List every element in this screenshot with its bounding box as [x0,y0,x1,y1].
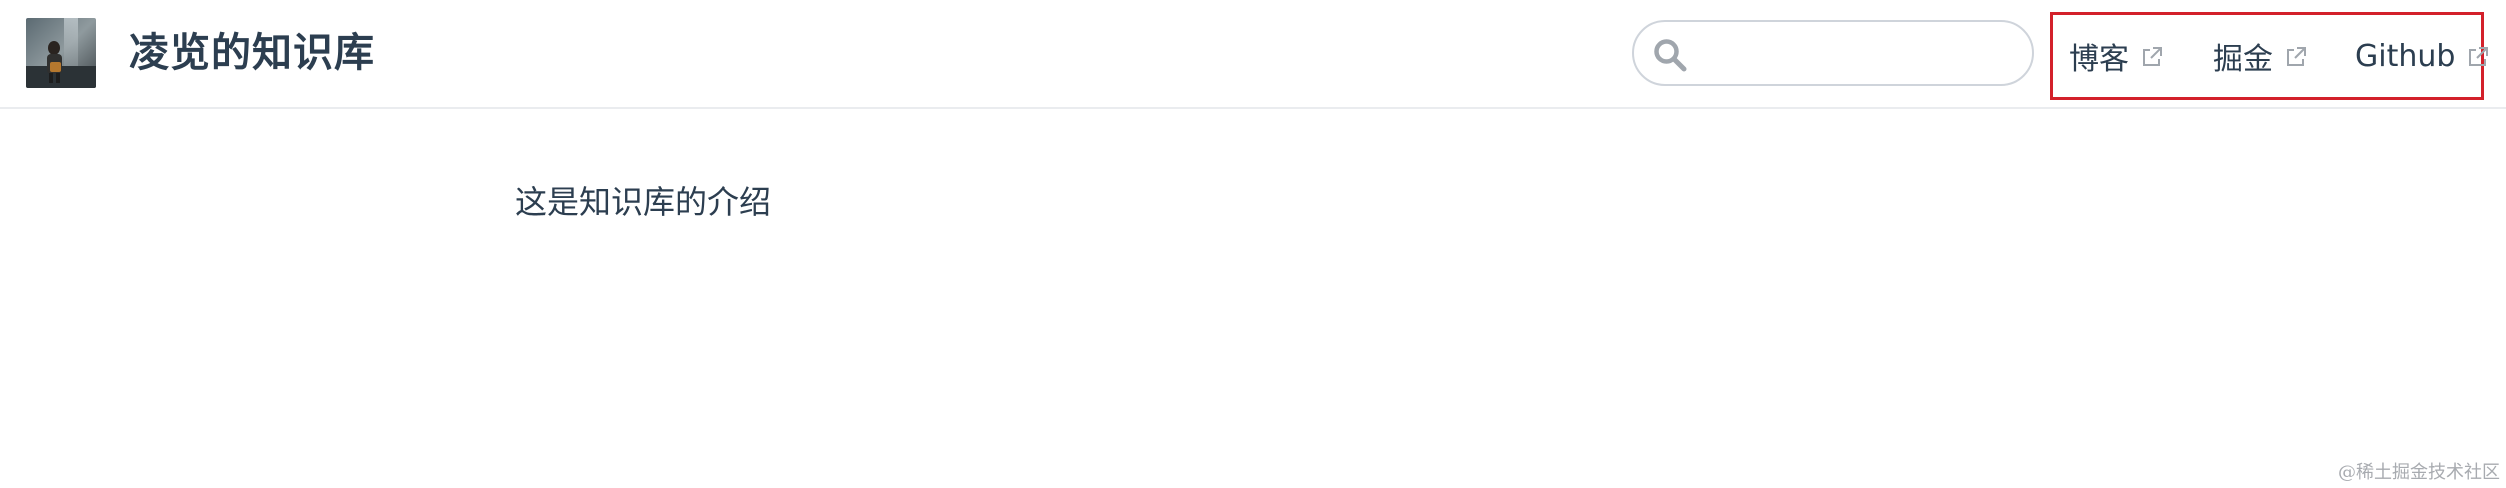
nav-links: 博客 掘金 Github [2050,12,2489,100]
search-input[interactable] [1700,32,2014,76]
watermark: @稀土掘金技术社区 [2338,462,2500,483]
site-title[interactable]: 凌览的知识库 [129,27,375,79]
nav-link-juejin[interactable]: 掘金 [2213,35,2307,77]
intro-text: 这是知识库的介绍 [515,183,772,221]
nav-link-github[interactable]: Github [2355,35,2489,77]
external-link-icon [2469,47,2489,66]
nav-link-label: 博客 [2069,42,2129,77]
nav-link-label: Github [2355,38,2456,74]
external-link-icon [2143,47,2162,66]
page: 凌览的知识库 博客 掘金 Github 这是知识库的介绍 @稀土掘金技术社区 [0,0,2506,488]
search-icon [1654,39,1687,72]
navbar: 凌览的知识库 博客 掘金 Github [0,0,2506,109]
nav-link-blog[interactable]: 博客 [2069,35,2163,77]
logo-image [26,18,96,88]
search-box[interactable] [1632,20,2034,86]
external-link-icon [2287,47,2306,66]
avatar-logo-icon[interactable] [26,18,96,88]
nav-link-label: 掘金 [2213,42,2273,77]
